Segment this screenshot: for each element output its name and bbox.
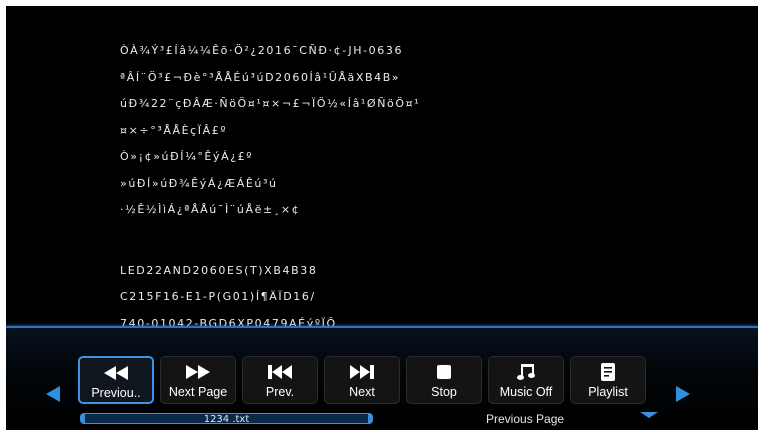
text-line: ÒÀ¾Ý³£Íâ¼¼Êõ·Ö²¿2016¯CÑÐ·¢-JH-0636 [120, 44, 404, 57]
current-action-label: Previous Page [486, 412, 565, 426]
button-label: Next Page [168, 385, 228, 399]
music-off-button[interactable]: Music Off [488, 356, 564, 404]
playlist-icon [601, 359, 615, 385]
previous-page-button[interactable]: Previou.. [78, 356, 154, 404]
filename-label: 1234 .txt [203, 414, 250, 425]
button-label: Previou.. [91, 386, 141, 400]
stop-button[interactable]: Stop [406, 356, 482, 404]
playlist-button[interactable]: Playlist [570, 356, 646, 404]
scroll-right-icon[interactable] [676, 386, 690, 402]
stop-icon [437, 359, 451, 385]
chevron-down-icon[interactable] [640, 412, 658, 418]
skip-previous-icon [268, 359, 292, 385]
text-line: ·½Ê½ÌìÁ¿ªÅÅú¯Ì¨úÅë±¸×¢ [120, 203, 301, 216]
text-line: »úÐÍ»úÐ¾ÊýÁ¿ÆÁÊú³ú [120, 176, 278, 190]
button-label: Playlist [588, 385, 628, 399]
text-line: ¤×÷°³ÅÅÈçÏÂ£º [120, 123, 228, 137]
bar-cap-left [81, 414, 85, 423]
button-label: Prev. [265, 385, 295, 399]
filename-bar: 1234 .txt [80, 413, 373, 425]
scroll-left-icon[interactable] [46, 386, 60, 402]
button-label: Music Off [499, 385, 553, 399]
fast-forward-icon [186, 359, 210, 385]
rewind-icon [104, 360, 128, 386]
media-controls: Previou.. Next Page Prev. Next Stop Musi… [78, 356, 652, 404]
button-label: Next [349, 385, 375, 399]
text-line: LED22AND2060ES(T)XB4B38 [120, 263, 318, 277]
next-page-button[interactable]: Next Page [160, 356, 236, 404]
text-line: Ò»¡¢»úÐÍ¼°ÊýÁ¿£º [120, 150, 254, 163]
text-line-blank [120, 224, 640, 258]
previous-file-button[interactable]: Prev. [242, 356, 318, 404]
text-line: C215F16-E1-P(G01)Í¶ÄÏD16/ [120, 290, 316, 303]
skip-next-icon [350, 359, 374, 385]
next-file-button[interactable]: Next [324, 356, 400, 404]
text-line: ªÂÍ¨Ö³£¬Ðè°³ÅÅÉú³úD2060Íâ¹ÛÅäXB4B» [120, 70, 401, 84]
bar-cap-right [368, 414, 372, 423]
music-note-icon [517, 359, 535, 385]
button-label: Stop [431, 385, 457, 399]
text-document: ÒÀ¾Ý³£Íâ¼¼Êõ·Ö²¿2016¯CÑÐ·¢-JH-0636 ªÂÍ¨Ö… [120, 38, 640, 337]
text-line: úÐ¾22¨çÐÂÆ·ÑöÖ¤¹¤×¬£¬ÏÖ½«Íâ¹ØÑöÖ¤¹ [120, 97, 421, 110]
